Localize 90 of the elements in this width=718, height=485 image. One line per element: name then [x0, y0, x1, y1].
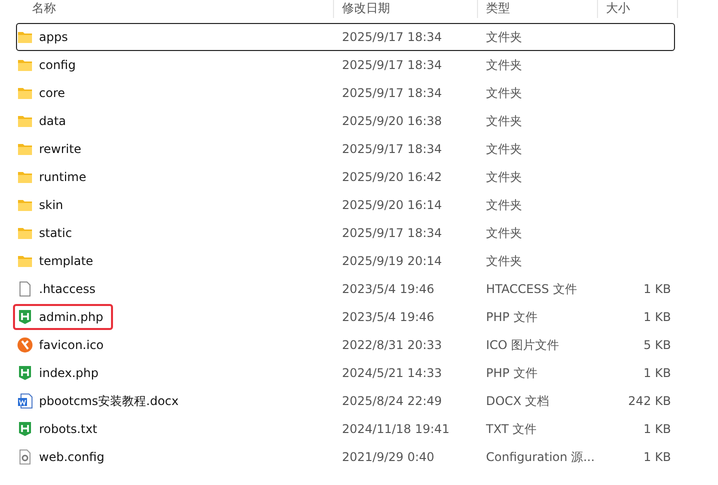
file-size: 5 KB: [643, 338, 671, 352]
modified-date: 2025/9/20 16:14: [341, 197, 443, 213]
file-name: robots.txt: [39, 421, 98, 437]
file-name: web.config: [39, 449, 104, 465]
h-shield-icon: [17, 421, 33, 437]
file-row[interactable]: template 2025/9/19 20:14 文件夹: [16, 247, 675, 275]
file-type: PHP 文件: [485, 309, 538, 325]
folder-icon: [17, 141, 33, 157]
file-name: pbootcms安装教程.docx: [39, 393, 179, 409]
file-type: Configuration 源...: [485, 449, 596, 465]
file-row[interactable]: config 2025/9/17 18:34 文件夹: [16, 51, 675, 79]
file-row[interactable]: core 2025/9/17 18:34 文件夹: [16, 79, 675, 107]
folder-icon: [17, 225, 33, 241]
folder-icon: [17, 113, 33, 129]
folder-icon: [17, 85, 33, 101]
file-row[interactable]: skin 2025/9/20 16:14 文件夹: [16, 191, 675, 219]
column-header[interactable]: 类型: [478, 0, 598, 18]
file-type: 文件夹: [485, 197, 523, 213]
folder-icon: [17, 253, 33, 269]
file-name: template: [39, 253, 94, 269]
modified-date: 2025/9/20 16:42: [341, 169, 443, 185]
file-type: 文件夹: [485, 225, 523, 241]
modified-date: 2024/5/21 14:33: [341, 365, 443, 381]
column-header[interactable]: 大小: [598, 0, 678, 18]
h-shield-icon: [17, 365, 33, 381]
h-shield-icon: [17, 309, 33, 325]
column-header[interactable]: 名称: [0, 0, 334, 18]
modified-date: 2022/8/31 20:33: [341, 337, 443, 353]
file-name: core: [39, 85, 65, 101]
modified-date: 2025/8/24 22:49: [341, 393, 443, 409]
file-size: 1 KB: [643, 366, 671, 380]
modified-date: 2025/9/17 18:34: [341, 225, 443, 241]
file-row[interactable]: web.config 2021/9/29 0:40 Configuration 源... 1 KB: [16, 443, 675, 471]
file-type: PHP 文件: [485, 365, 538, 381]
file-name: static: [39, 225, 72, 241]
file-name: runtime: [39, 169, 86, 185]
file-size: 1 KB: [643, 310, 671, 324]
file-name: skin: [39, 197, 64, 213]
file-row[interactable]: admin.php 2023/5/4 19:46 PHP 文件 1 KB: [16, 303, 675, 331]
modified-date: 2025/9/19 20:14: [341, 253, 443, 269]
file-name: config: [39, 57, 76, 73]
file-name: data: [39, 113, 66, 129]
file-row[interactable]: robots.txt 2024/11/18 19:41 TXT 文件 1 KB: [16, 415, 675, 443]
file-size: 242 KB: [628, 394, 671, 408]
column-header[interactable]: 修改日期: [334, 0, 478, 18]
modified-date: 2025/9/20 16:38: [341, 113, 443, 129]
modified-date: 2021/9/29 0:40: [341, 449, 436, 465]
file-row[interactable]: favicon.ico 2022/8/31 20:33 ICO 图片文件 5 KB: [16, 331, 675, 359]
file-row[interactable]: pbootcms安装教程.docx 2025/8/24 22:49 DOCX 文档 242 KB: [16, 387, 675, 415]
folder-icon: [17, 57, 33, 73]
x-circle-icon: [17, 337, 33, 353]
file-name: apps: [39, 29, 68, 45]
file-row[interactable]: apps 2025/9/17 18:34 文件夹: [16, 23, 675, 51]
file-type: HTACCESS 文件: [485, 281, 578, 297]
file-row[interactable]: runtime 2025/9/20 16:42 文件夹: [16, 163, 675, 191]
word-document-icon: [17, 393, 33, 409]
file-type: 文件夹: [485, 253, 523, 269]
file-type: 文件夹: [485, 141, 523, 157]
modified-date: 2025/9/17 18:34: [341, 141, 443, 157]
modified-date: 2025/9/17 18:34: [341, 29, 443, 45]
file-size: 1 KB: [643, 282, 671, 296]
file-size: 1 KB: [643, 422, 671, 436]
file-name: rewrite: [39, 141, 82, 157]
file-name: favicon.ico: [39, 337, 104, 353]
file-row[interactable]: .htaccess 2023/5/4 19:46 HTACCESS 文件 1 KB: [16, 275, 675, 303]
folder-icon: [17, 169, 33, 185]
folder-icon: [17, 197, 33, 213]
file-type: DOCX 文档: [485, 393, 550, 409]
document-icon: [17, 281, 33, 297]
file-row[interactable]: index.php 2024/5/21 14:33 PHP 文件 1 KB: [16, 359, 675, 387]
modified-date: 2025/9/17 18:34: [341, 57, 443, 73]
file-type: TXT 文件: [485, 421, 538, 437]
modified-date: 2023/5/4 19:46: [341, 281, 436, 297]
file-row[interactable]: static 2025/9/17 18:34 文件夹: [16, 219, 675, 247]
file-row[interactable]: data 2025/9/20 16:38 文件夹: [16, 107, 675, 135]
file-type: 文件夹: [485, 57, 523, 73]
file-name: admin.php: [39, 309, 104, 325]
folder-icon: [17, 29, 33, 45]
file-type: 文件夹: [485, 85, 523, 101]
modified-date: 2024/11/18 19:41: [341, 421, 451, 437]
modified-date: 2025/9/17 18:34: [341, 85, 443, 101]
file-size: 1 KB: [643, 450, 671, 464]
file-type: 文件夹: [485, 113, 523, 129]
file-type: 文件夹: [485, 169, 523, 185]
file-type: 文件夹: [485, 29, 523, 45]
file-name: index.php: [39, 365, 98, 381]
file-row[interactable]: rewrite 2025/9/17 18:34 文件夹: [16, 135, 675, 163]
file-name: .htaccess: [39, 281, 96, 297]
file-type: ICO 图片文件: [485, 337, 560, 353]
modified-date: 2023/5/4 19:46: [341, 309, 436, 325]
